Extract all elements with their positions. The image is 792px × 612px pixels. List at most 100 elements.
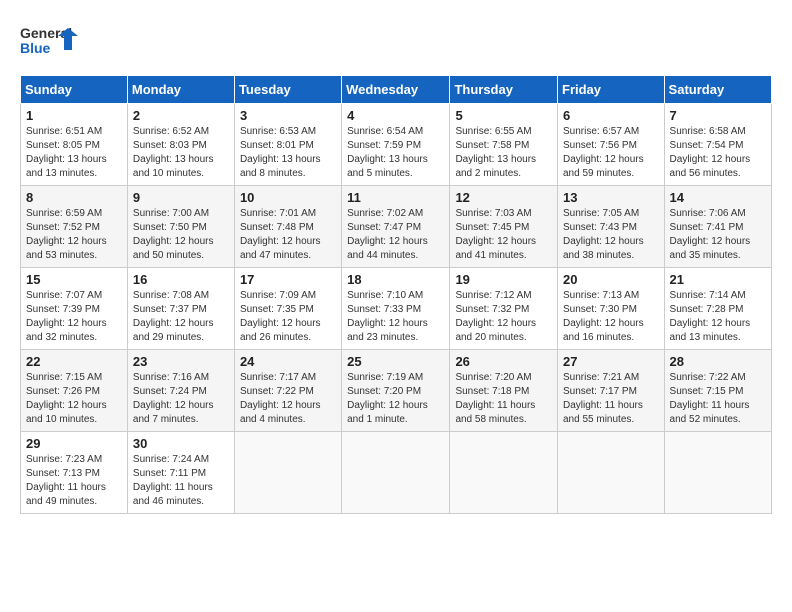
calendar-table: SundayMondayTuesdayWednesdayThursdayFrid…	[20, 75, 772, 514]
day-number: 3	[240, 108, 336, 123]
day-info: Sunrise: 7:13 AMSunset: 7:30 PMDaylight:…	[563, 290, 644, 343]
day-number: 16	[133, 272, 229, 287]
day-number: 4	[347, 108, 444, 123]
day-number: 25	[347, 354, 444, 369]
col-header-saturday: Saturday	[664, 76, 771, 104]
day-number: 14	[670, 190, 766, 205]
day-info: Sunrise: 7:09 AMSunset: 7:35 PMDaylight:…	[240, 290, 321, 343]
day-info: Sunrise: 6:59 AMSunset: 7:52 PMDaylight:…	[26, 208, 107, 261]
col-header-monday: Monday	[127, 76, 234, 104]
day-number: 10	[240, 190, 336, 205]
day-number: 29	[26, 436, 122, 451]
calendar-cell: 14 Sunrise: 7:06 AMSunset: 7:41 PMDaylig…	[664, 186, 771, 268]
day-number: 23	[133, 354, 229, 369]
day-info: Sunrise: 7:08 AMSunset: 7:37 PMDaylight:…	[133, 290, 214, 343]
svg-text:Blue: Blue	[20, 40, 51, 56]
col-header-tuesday: Tuesday	[234, 76, 341, 104]
day-info: Sunrise: 7:06 AMSunset: 7:41 PMDaylight:…	[670, 208, 751, 261]
day-info: Sunrise: 7:17 AMSunset: 7:22 PMDaylight:…	[240, 372, 321, 425]
calendar-cell: 2 Sunrise: 6:52 AMSunset: 8:03 PMDayligh…	[127, 104, 234, 186]
day-info: Sunrise: 7:22 AMSunset: 7:15 PMDaylight:…	[670, 372, 750, 425]
calendar-cell	[558, 432, 665, 514]
calendar-cell: 12 Sunrise: 7:03 AMSunset: 7:45 PMDaylig…	[450, 186, 558, 268]
day-number: 17	[240, 272, 336, 287]
calendar-cell: 20 Sunrise: 7:13 AMSunset: 7:30 PMDaylig…	[558, 268, 665, 350]
day-info: Sunrise: 7:23 AMSunset: 7:13 PMDaylight:…	[26, 454, 106, 507]
day-info: Sunrise: 7:12 AMSunset: 7:32 PMDaylight:…	[455, 290, 536, 343]
day-info: Sunrise: 6:54 AMSunset: 7:59 PMDaylight:…	[347, 126, 428, 179]
calendar-cell: 1 Sunrise: 6:51 AMSunset: 8:05 PMDayligh…	[21, 104, 128, 186]
day-info: Sunrise: 7:16 AMSunset: 7:24 PMDaylight:…	[133, 372, 214, 425]
day-number: 30	[133, 436, 229, 451]
calendar-cell: 3 Sunrise: 6:53 AMSunset: 8:01 PMDayligh…	[234, 104, 341, 186]
day-info: Sunrise: 7:03 AMSunset: 7:45 PMDaylight:…	[455, 208, 536, 261]
day-number: 5	[455, 108, 552, 123]
day-info: Sunrise: 7:00 AMSunset: 7:50 PMDaylight:…	[133, 208, 214, 261]
calendar-cell: 4 Sunrise: 6:54 AMSunset: 7:59 PMDayligh…	[342, 104, 450, 186]
day-number: 15	[26, 272, 122, 287]
day-number: 24	[240, 354, 336, 369]
day-info: Sunrise: 6:57 AMSunset: 7:56 PMDaylight:…	[563, 126, 644, 179]
day-number: 13	[563, 190, 659, 205]
calendar-cell: 30 Sunrise: 7:24 AMSunset: 7:11 PMDaylig…	[127, 432, 234, 514]
day-number: 18	[347, 272, 444, 287]
calendar-cell: 7 Sunrise: 6:58 AMSunset: 7:54 PMDayligh…	[664, 104, 771, 186]
calendar-cell: 11 Sunrise: 7:02 AMSunset: 7:47 PMDaylig…	[342, 186, 450, 268]
day-info: Sunrise: 7:10 AMSunset: 7:33 PMDaylight:…	[347, 290, 428, 343]
calendar-cell: 9 Sunrise: 7:00 AMSunset: 7:50 PMDayligh…	[127, 186, 234, 268]
calendar-cell: 29 Sunrise: 7:23 AMSunset: 7:13 PMDaylig…	[21, 432, 128, 514]
day-number: 1	[26, 108, 122, 123]
calendar-cell: 19 Sunrise: 7:12 AMSunset: 7:32 PMDaylig…	[450, 268, 558, 350]
col-header-friday: Friday	[558, 76, 665, 104]
day-info: Sunrise: 7:07 AMSunset: 7:39 PMDaylight:…	[26, 290, 107, 343]
day-number: 9	[133, 190, 229, 205]
day-number: 22	[26, 354, 122, 369]
col-header-sunday: Sunday	[21, 76, 128, 104]
day-number: 12	[455, 190, 552, 205]
day-info: Sunrise: 7:20 AMSunset: 7:18 PMDaylight:…	[455, 372, 535, 425]
calendar-cell: 17 Sunrise: 7:09 AMSunset: 7:35 PMDaylig…	[234, 268, 341, 350]
day-number: 11	[347, 190, 444, 205]
calendar-cell: 23 Sunrise: 7:16 AMSunset: 7:24 PMDaylig…	[127, 350, 234, 432]
day-info: Sunrise: 7:21 AMSunset: 7:17 PMDaylight:…	[563, 372, 643, 425]
day-number: 2	[133, 108, 229, 123]
calendar-cell: 22 Sunrise: 7:15 AMSunset: 7:26 PMDaylig…	[21, 350, 128, 432]
calendar-cell: 26 Sunrise: 7:20 AMSunset: 7:18 PMDaylig…	[450, 350, 558, 432]
col-header-thursday: Thursday	[450, 76, 558, 104]
calendar-cell: 16 Sunrise: 7:08 AMSunset: 7:37 PMDaylig…	[127, 268, 234, 350]
day-info: Sunrise: 7:24 AMSunset: 7:11 PMDaylight:…	[133, 454, 213, 507]
calendar-cell: 15 Sunrise: 7:07 AMSunset: 7:39 PMDaylig…	[21, 268, 128, 350]
day-number: 7	[670, 108, 766, 123]
calendar-cell: 25 Sunrise: 7:19 AMSunset: 7:20 PMDaylig…	[342, 350, 450, 432]
calendar-cell: 5 Sunrise: 6:55 AMSunset: 7:58 PMDayligh…	[450, 104, 558, 186]
calendar-cell: 28 Sunrise: 7:22 AMSunset: 7:15 PMDaylig…	[664, 350, 771, 432]
day-number: 26	[455, 354, 552, 369]
col-header-wednesday: Wednesday	[342, 76, 450, 104]
day-number: 27	[563, 354, 659, 369]
day-number: 21	[670, 272, 766, 287]
calendar-cell: 18 Sunrise: 7:10 AMSunset: 7:33 PMDaylig…	[342, 268, 450, 350]
day-info: Sunrise: 7:15 AMSunset: 7:26 PMDaylight:…	[26, 372, 107, 425]
day-info: Sunrise: 7:19 AMSunset: 7:20 PMDaylight:…	[347, 372, 428, 425]
calendar-cell: 27 Sunrise: 7:21 AMSunset: 7:17 PMDaylig…	[558, 350, 665, 432]
day-number: 6	[563, 108, 659, 123]
day-info: Sunrise: 7:14 AMSunset: 7:28 PMDaylight:…	[670, 290, 751, 343]
calendar-cell: 13 Sunrise: 7:05 AMSunset: 7:43 PMDaylig…	[558, 186, 665, 268]
calendar-cell: 10 Sunrise: 7:01 AMSunset: 7:48 PMDaylig…	[234, 186, 341, 268]
day-info: Sunrise: 6:52 AMSunset: 8:03 PMDaylight:…	[133, 126, 214, 179]
day-info: Sunrise: 6:58 AMSunset: 7:54 PMDaylight:…	[670, 126, 751, 179]
calendar-cell	[342, 432, 450, 514]
calendar-cell: 6 Sunrise: 6:57 AMSunset: 7:56 PMDayligh…	[558, 104, 665, 186]
logo: General Blue	[20, 20, 80, 65]
day-info: Sunrise: 6:51 AMSunset: 8:05 PMDaylight:…	[26, 126, 107, 179]
day-number: 19	[455, 272, 552, 287]
day-info: Sunrise: 7:02 AMSunset: 7:47 PMDaylight:…	[347, 208, 428, 261]
day-number: 8	[26, 190, 122, 205]
day-info: Sunrise: 7:01 AMSunset: 7:48 PMDaylight:…	[240, 208, 321, 261]
calendar-cell	[450, 432, 558, 514]
day-number: 20	[563, 272, 659, 287]
day-info: Sunrise: 6:55 AMSunset: 7:58 PMDaylight:…	[455, 126, 536, 179]
day-info: Sunrise: 7:05 AMSunset: 7:43 PMDaylight:…	[563, 208, 644, 261]
day-info: Sunrise: 6:53 AMSunset: 8:01 PMDaylight:…	[240, 126, 321, 179]
calendar-cell: 8 Sunrise: 6:59 AMSunset: 7:52 PMDayligh…	[21, 186, 128, 268]
